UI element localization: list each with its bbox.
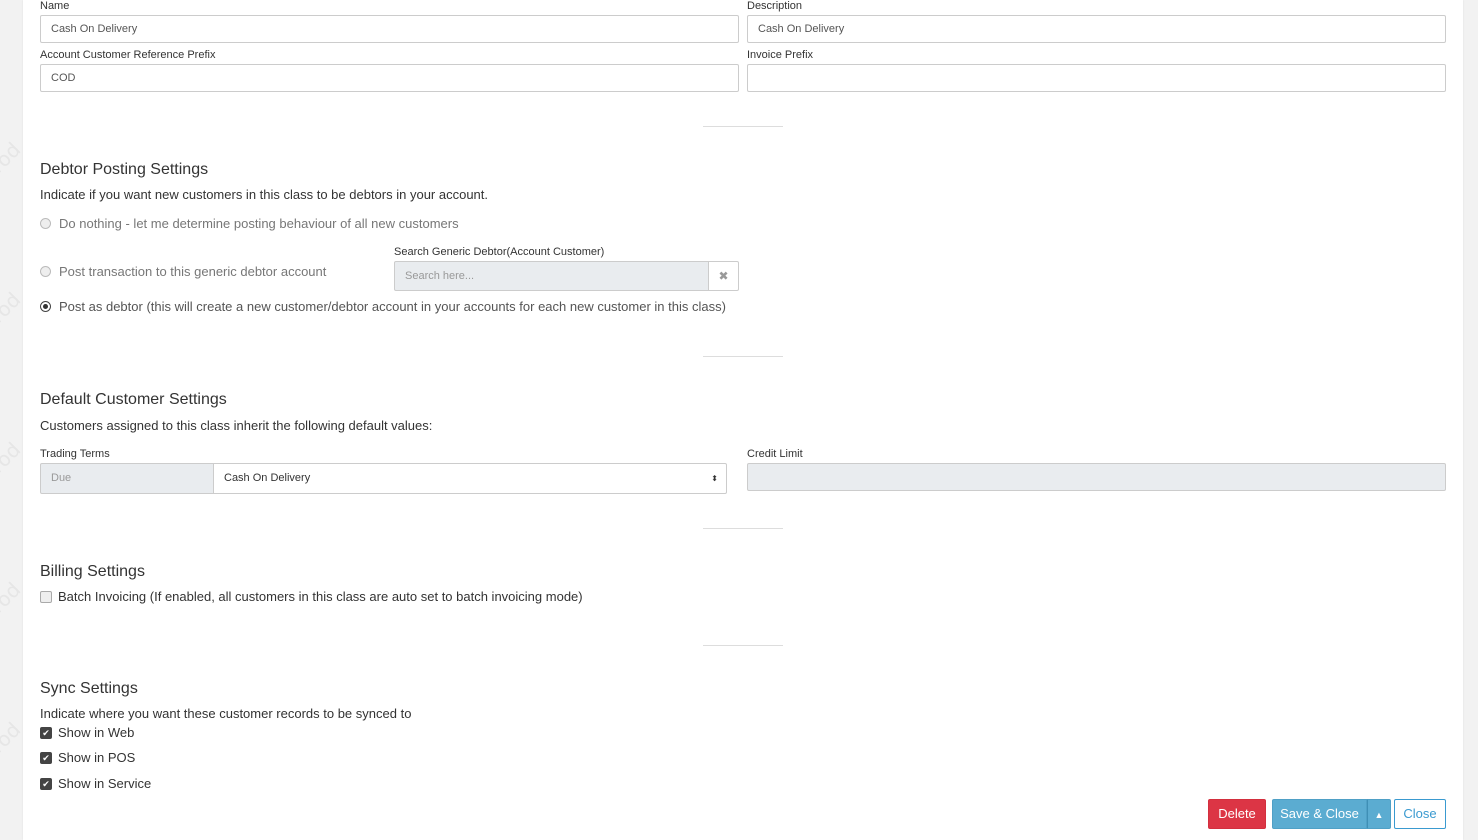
batch-invoicing-label: Batch Invoicing (If enabled, all custome…	[58, 589, 583, 604]
show-in-pos-label: Show in POS	[58, 750, 136, 765]
save-options-dropdown[interactable]: ▲	[1367, 799, 1391, 829]
close-icon: ✖	[718, 269, 729, 283]
description-label: Description	[747, 0, 803, 12]
trading-terms-select[interactable]: Cash On Delivery ⬍	[213, 463, 727, 494]
defaults-section-description: Customers assigned to this class inherit…	[40, 418, 433, 433]
customer-class-form: Name Cash On Delivery Description Cash O…	[23, 0, 1463, 840]
search-debtor-input[interactable]: Search here...	[394, 261, 710, 291]
trading-terms-addon: Due	[40, 463, 214, 494]
radio-button[interactable]	[40, 266, 51, 277]
divider	[703, 356, 783, 357]
radio-button[interactable]	[40, 218, 51, 229]
watermark: prod	[0, 137, 26, 187]
invoice-prefix-label: Invoice Prefix	[747, 49, 814, 61]
name-input[interactable]: Cash On Delivery	[40, 15, 739, 43]
divider	[703, 645, 783, 646]
sync-section-description: Indicate where you want these customer r…	[40, 706, 412, 721]
watermark: prod	[0, 287, 26, 337]
close-button[interactable]: Close	[1394, 799, 1446, 829]
watermark: prod	[0, 717, 26, 767]
prefix-label: Account Customer Reference Prefix	[40, 49, 216, 61]
debtor-section-title: Debtor Posting Settings	[40, 161, 209, 178]
radio-label: Post transaction to this generic debtor …	[59, 264, 327, 279]
watermark: prod	[0, 437, 26, 487]
name-label: Name	[40, 0, 70, 12]
check-icon[interactable]: ✔	[40, 778, 52, 790]
clear-search-button[interactable]: ✖	[708, 261, 739, 291]
show-in-service-label: Show in Service	[58, 776, 152, 791]
divider	[703, 126, 783, 127]
description-input[interactable]: Cash On Delivery	[747, 15, 1446, 43]
debtor-section-description: Indicate if you want new customers in th…	[40, 187, 489, 202]
delete-button[interactable]: Delete	[1208, 799, 1266, 829]
trading-terms-label: Trading Terms	[40, 448, 110, 460]
trading-terms-value: Cash On Delivery	[224, 472, 311, 484]
billing-section-title: Billing Settings	[40, 563, 145, 580]
radio-button[interactable]	[40, 301, 51, 312]
caret-up-icon: ▲	[1374, 810, 1384, 820]
credit-limit-label: Credit Limit	[747, 448, 803, 460]
select-arrows-icon: ⬍	[711, 474, 718, 483]
credit-limit-input[interactable]	[747, 463, 1446, 491]
check-icon[interactable]: ✔	[40, 727, 52, 739]
sync-section-title: Sync Settings	[40, 680, 138, 697]
check-icon[interactable]: ✔	[40, 752, 52, 764]
divider	[703, 528, 783, 529]
invoice-prefix-input[interactable]	[747, 64, 1446, 92]
batch-invoicing-checkbox[interactable]	[40, 591, 52, 603]
save-close-button[interactable]: Save & Close	[1272, 799, 1367, 829]
radio-label: Post as debtor (this will create a new c…	[59, 299, 726, 314]
defaults-section-title: Default Customer Settings	[40, 391, 227, 408]
search-debtor-label: Search Generic Debtor(Account Customer)	[394, 246, 605, 258]
prefix-input[interactable]: COD	[40, 64, 739, 92]
watermark: prod	[0, 577, 26, 627]
show-in-web-label: Show in Web	[58, 725, 135, 740]
radio-label: Do nothing - let me determine posting be…	[59, 216, 459, 231]
